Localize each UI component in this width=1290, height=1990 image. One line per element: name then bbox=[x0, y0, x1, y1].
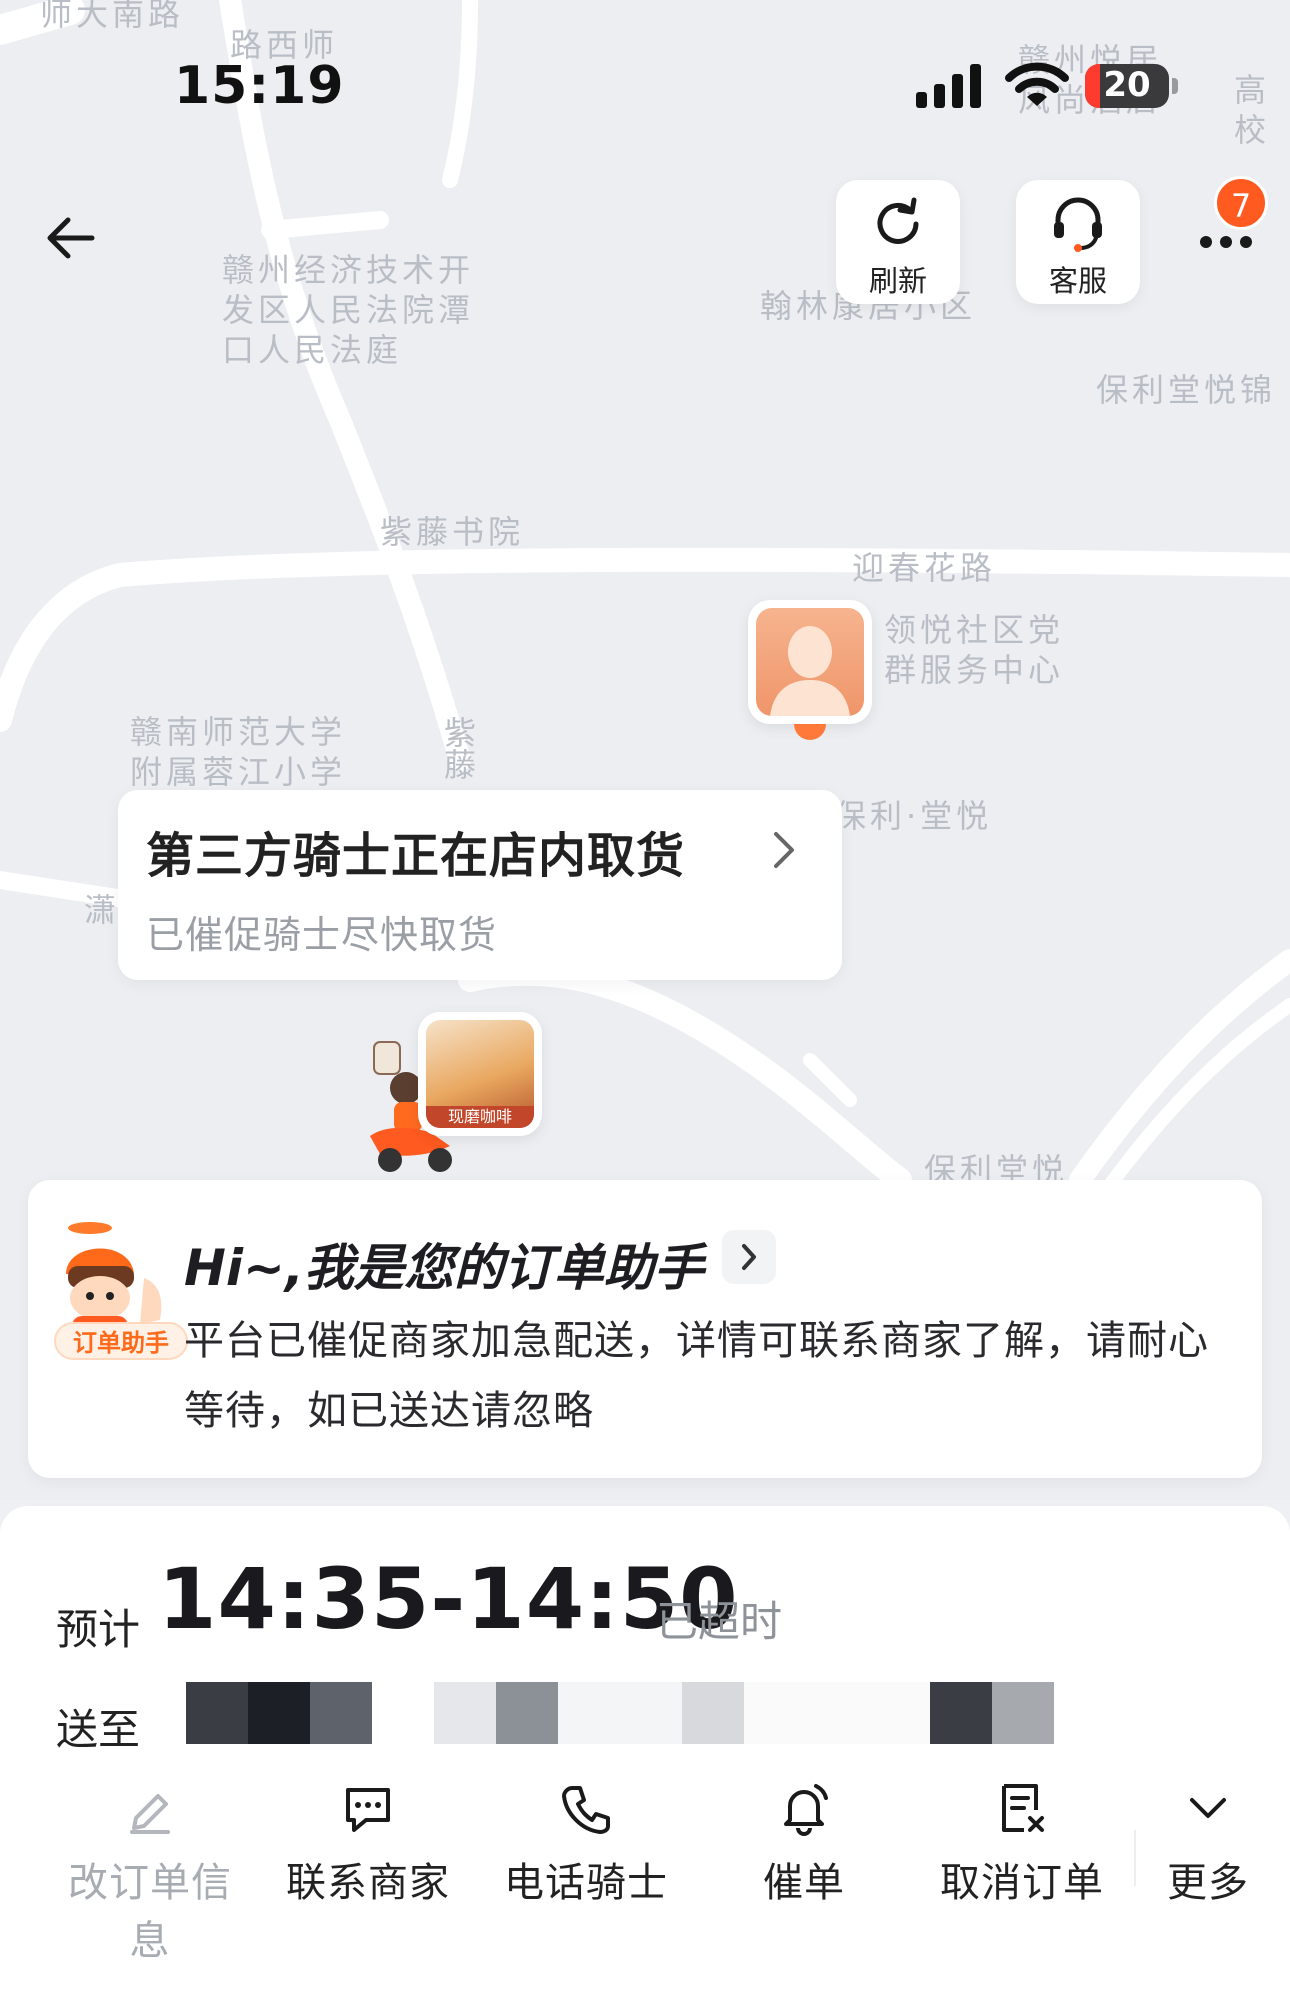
urge-order-label: 催单 bbox=[763, 1860, 845, 1906]
cancel-order-icon bbox=[1002, 1784, 1044, 1832]
more-actions-button[interactable]: 更多 bbox=[1108, 1780, 1290, 1908]
cancel-order-label: 取消订单 bbox=[940, 1860, 1104, 1906]
rider-status-card[interactable]: 第三方骑士正在店内取货 已催促骑士尽快取货 bbox=[118, 790, 842, 980]
phone-icon bbox=[562, 1786, 610, 1834]
person-silhouette-icon bbox=[770, 626, 850, 716]
map-label: 保利堂悦锦 bbox=[1096, 371, 1277, 409]
chevron-right-icon bbox=[774, 832, 794, 868]
assistant-tag: 订单助手 bbox=[54, 1322, 188, 1360]
refresh-icon bbox=[877, 197, 919, 244]
map-label: 保利·堂悦 bbox=[834, 797, 993, 835]
eta-time-range: 14:35-14:50 bbox=[158, 1550, 739, 1648]
contact-merchant-label: 联系商家 bbox=[286, 1860, 450, 1906]
customer-service-label: 客服 bbox=[1048, 264, 1107, 298]
customer-service-button[interactable]: 客服 bbox=[1016, 180, 1140, 304]
store-caption: 现磨咖啡 bbox=[426, 1106, 534, 1128]
battery-tip bbox=[1172, 78, 1178, 94]
back-button[interactable] bbox=[40, 208, 120, 278]
urge-order-button[interactable]: 催单 bbox=[704, 1780, 904, 1908]
assistant-open-button[interactable] bbox=[722, 1230, 776, 1284]
contact-merchant-button[interactable]: 联系商家 bbox=[268, 1780, 468, 1908]
eta-label: 预计 bbox=[56, 1605, 141, 1654]
notification-badge: 7 bbox=[1214, 176, 1268, 230]
edit-order-label: 改订单信息 bbox=[68, 1860, 232, 1964]
map-label: 赣南师范大学 附属蓉江小学 bbox=[130, 713, 347, 791]
battery-level: 20 bbox=[1103, 65, 1151, 105]
map-label: 紫藤 bbox=[439, 716, 477, 780]
chat-icon bbox=[346, 1788, 390, 1832]
wifi-icon bbox=[1005, 62, 1069, 106]
avatar bbox=[756, 608, 864, 716]
order-assistant-card[interactable]: 订单助手 Hi~,我是您的订单助手 平台已催促商家加急配送，详情可联系商家了解，… bbox=[28, 1180, 1262, 1478]
headset-icon bbox=[1054, 197, 1102, 252]
call-rider-button[interactable]: 电话骑士 bbox=[486, 1780, 686, 1908]
map-label: 领悦社区党 群服务中心 bbox=[884, 611, 1065, 689]
call-rider-label: 电话骑士 bbox=[504, 1860, 668, 1906]
cancel-order-button[interactable]: 取消订单 bbox=[922, 1780, 1122, 1908]
more-actions-label: 更多 bbox=[1167, 1860, 1249, 1906]
refresh-label: 刷新 bbox=[868, 264, 927, 298]
address-label: 送至 bbox=[56, 1705, 141, 1754]
eta-status: 已超时 bbox=[656, 1597, 783, 1646]
chevron-right-icon bbox=[742, 1244, 756, 1270]
user-location-marker[interactable] bbox=[748, 600, 872, 724]
store-image: 现磨咖啡 bbox=[426, 1020, 534, 1128]
refresh-button[interactable]: 刷新 bbox=[836, 180, 960, 304]
rider-status-subtitle: 已催促骑士尽快取货 bbox=[146, 913, 498, 957]
chevron-down-icon bbox=[1190, 1798, 1226, 1818]
arrow-left-icon bbox=[47, 217, 95, 259]
edit-order-button[interactable]: 改订单信息 bbox=[50, 1780, 250, 1966]
map-label: 紫藤书院 bbox=[380, 513, 525, 551]
edit-icon bbox=[130, 1794, 170, 1834]
map-label: 迎春花路 bbox=[852, 549, 997, 587]
map-label: 师大南路 bbox=[40, 0, 185, 33]
status-time: 15:19 bbox=[174, 56, 345, 116]
bell-icon bbox=[784, 1784, 828, 1836]
home-indicator bbox=[0, 1976, 1290, 1990]
map-label: 高校 bbox=[1234, 71, 1271, 149]
rider-status-title: 第三方骑士正在店内取货 bbox=[146, 828, 686, 884]
assistant-message: 平台已催促商家加急配送，详情可联系商家了解，请耐心等待，如已送达请忽略 bbox=[184, 1318, 1209, 1434]
map-label: 赣州经济技术开 发区人民法院潭 口人民法庭 bbox=[222, 251, 475, 369]
map-label: 潇 bbox=[84, 891, 121, 929]
assistant-title: Hi~,我是您的订单助手 bbox=[184, 1239, 704, 1297]
action-bar: 改订单信息 联系商家 电话骑士 催单 取消订单 更多 bbox=[0, 1780, 1290, 1964]
signal-icon bbox=[916, 64, 981, 108]
store-marker[interactable]: 现磨咖啡 bbox=[418, 1012, 542, 1136]
battery-icon: 20 bbox=[1085, 64, 1169, 108]
